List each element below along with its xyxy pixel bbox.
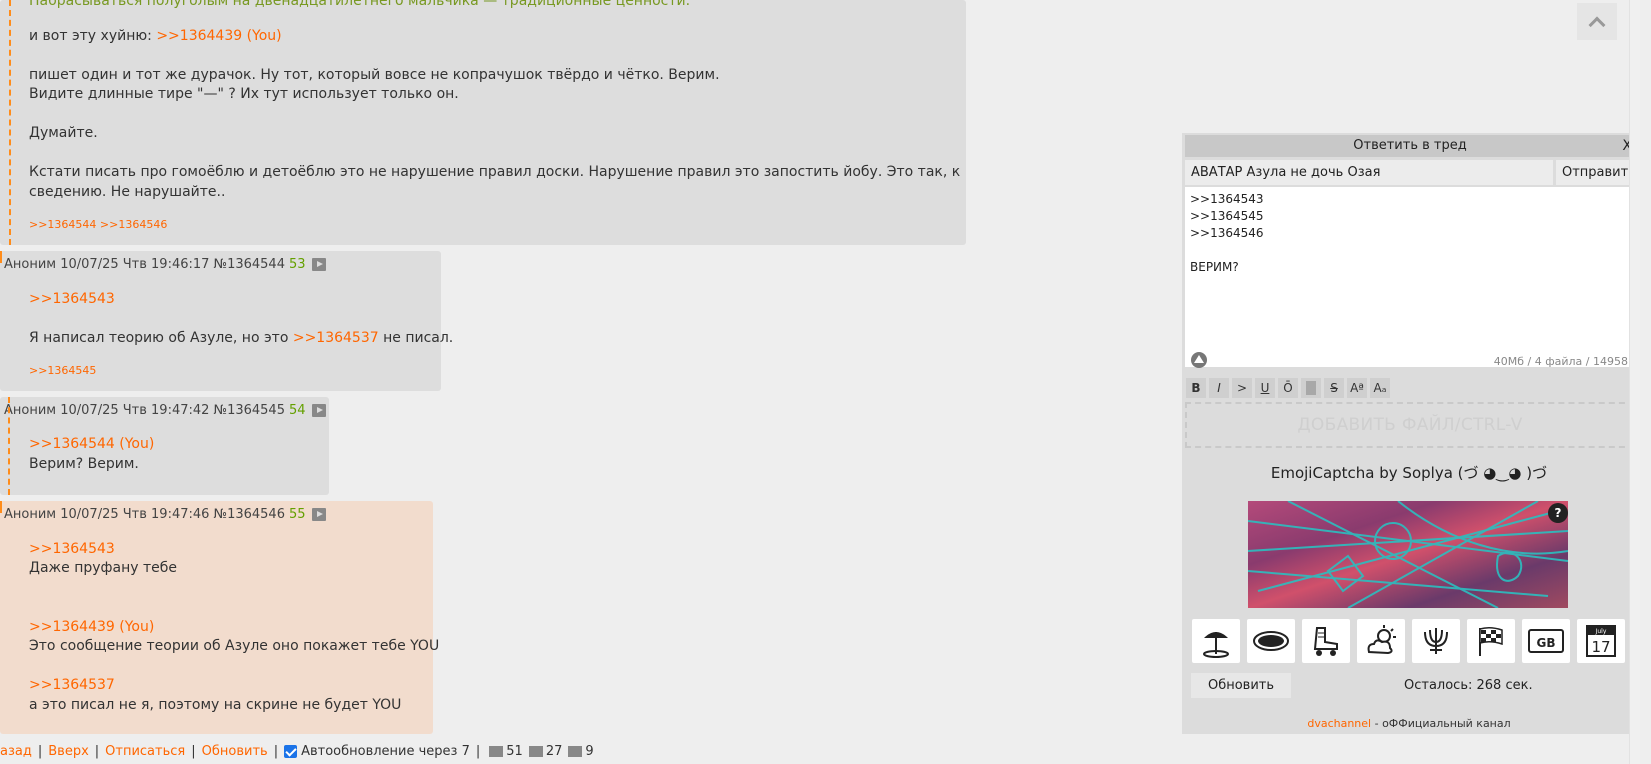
- trident-icon[interactable]: [1412, 619, 1460, 663]
- users-count-icon: [568, 745, 583, 757]
- captcha-timer: Осталось: 268 сек.: [1404, 678, 1533, 693]
- thread-indent-marker: [9, 0, 11, 245]
- unsubscribe-link[interactable]: Отписаться: [105, 744, 185, 759]
- captcha-emoji-options: GB July 17: [1192, 619, 1625, 663]
- captcha-title: EmojiCaptcha by Soplya (づ ◕‿◕ )づ: [1270, 464, 1548, 482]
- autorefresh-label: Автообновление через 7: [301, 743, 470, 759]
- post-1364545: Аноним 10/07/25 Чтв 19:47:42 №1364545 54…: [0, 397, 329, 495]
- thread-indent-marker: [0, 251, 2, 263]
- reply-link[interactable]: >>1364439 (You): [156, 28, 281, 44]
- post-line: сведению. Не нарушайте..: [29, 184, 226, 200]
- thread-area: Набрасываться полуголым на двенадцатилет…: [0, 0, 1640, 764]
- post-number[interactable]: 54: [289, 403, 306, 418]
- captcha-noise-image: [1248, 501, 1568, 608]
- markup-toolbar: B I > U Ō S Aª Aₐ: [1186, 378, 1390, 398]
- reply-link[interactable]: >>1364543: [29, 291, 115, 307]
- users-count: 9: [585, 743, 594, 759]
- post-1364544: Аноним 10/07/25 Чтв 19:46:17 №1364544 53…: [0, 251, 453, 391]
- strike-button[interactable]: S: [1324, 378, 1344, 398]
- posts-count-icon: [489, 745, 504, 757]
- post-replies[interactable]: >>1364544 >>1364546: [29, 218, 167, 231]
- play-icon[interactable]: [311, 258, 326, 271]
- play-icon[interactable]: [311, 508, 326, 521]
- reply-link[interactable]: >>1364439 (You): [29, 619, 154, 635]
- thread-indent-marker: [8, 397, 10, 495]
- scroll-up-button[interactable]: [1577, 3, 1617, 40]
- calendar-icon[interactable]: July 17: [1577, 619, 1625, 663]
- eye-disc-icon[interactable]: [1247, 619, 1295, 663]
- captcha-image: [1248, 501, 1568, 608]
- refresh-link[interactable]: Обновить: [202, 744, 268, 759]
- thread-indent-marker: [0, 501, 2, 513]
- thread-bottom-nav: азад | Вверх | Отписаться | Обновить | А…: [0, 743, 594, 759]
- captcha-refresh-button[interactable]: Обновить: [1191, 673, 1291, 698]
- superscript-button[interactable]: Aª: [1347, 378, 1367, 398]
- post-line: Видите длинные тире "—" ? Их тут использ…: [29, 86, 459, 102]
- post-line: Думайте.: [29, 125, 98, 141]
- reply-link[interactable]: >>1364543: [29, 541, 115, 557]
- spoiler-button[interactable]: [1301, 378, 1321, 398]
- post-line: и вот эту хуйню: >>1364439 (You): [29, 28, 282, 44]
- underline-button[interactable]: U: [1255, 378, 1275, 398]
- post-line: а это писал не я, поэтому на скрине не б…: [29, 697, 402, 713]
- reply-link[interactable]: >>1364537: [29, 677, 115, 693]
- post-line: Я написал теорию об Азуле, но это >>1364…: [29, 330, 454, 346]
- back-link[interactable]: азад: [0, 744, 32, 759]
- post-line: Кстати писать про гомоёблю и детоёблю эт…: [29, 164, 961, 180]
- page-scrollbar[interactable]: [1629, 0, 1640, 764]
- captcha-help-icon[interactable]: ?: [1548, 503, 1568, 523]
- post-header: Аноним 10/07/25 Чтв 19:46:17 №1364544 53: [4, 257, 326, 272]
- message-textarea[interactable]: >>1364543 >>1364545 >>1364546 ВЕРИМ?: [1185, 187, 1635, 367]
- reply-link[interactable]: >>1364537: [293, 330, 379, 346]
- post-line: пишет один и тот же дурачок. Ну тот, кот…: [29, 67, 720, 83]
- subscript-button[interactable]: Aₐ: [1370, 378, 1390, 398]
- roller-skate-icon[interactable]: [1302, 619, 1350, 663]
- up-link[interactable]: Вверх: [48, 744, 89, 759]
- sailboat-icon[interactable]: [1191, 352, 1207, 368]
- checkered-flag-icon[interactable]: [1467, 619, 1515, 663]
- overline-button[interactable]: Ō: [1278, 378, 1298, 398]
- calendar-day: 17: [1591, 638, 1610, 656]
- gb-flag-text: GB: [1537, 636, 1556, 650]
- reply-form: Ответить в тред X Отправить >>1364543 >>…: [1182, 133, 1636, 734]
- autorefresh-checkbox[interactable]: [284, 744, 298, 758]
- file-dropzone[interactable]: ДОБАВИТЬ ФАЙЛ/CTRL-V: [1185, 402, 1635, 448]
- post-header: Аноним 10/07/25 Чтв 19:47:46 №1364546 55: [4, 507, 326, 522]
- umbrella-beach-icon[interactable]: [1192, 619, 1240, 663]
- post-line: Даже пруфану тебе: [29, 560, 177, 576]
- post-1364543: Набрасываться полуголым на двенадцатилет…: [0, 0, 966, 245]
- images-count: 27: [545, 743, 563, 759]
- post-header: Аноним 10/07/25 Чтв 19:47:42 №1364545 54: [4, 403, 326, 418]
- reply-link[interactable]: >>1364544 (You): [29, 436, 154, 452]
- upload-limits: 40Мб / 4 файла / 14958: [1493, 355, 1628, 368]
- sun-cloud-icon[interactable]: [1357, 619, 1405, 663]
- play-icon[interactable]: [311, 404, 326, 417]
- greentext-line: Набрасываться полуголым на двенадцатилет…: [29, 0, 691, 9]
- post-number[interactable]: 55: [289, 507, 306, 522]
- gb-flag-icon[interactable]: GB: [1522, 619, 1570, 663]
- post-line: Это сообщение теории об Азуле оно покаже…: [29, 638, 440, 654]
- channel-link[interactable]: dvachannel: [1307, 717, 1371, 730]
- post-1364546: Аноним 10/07/25 Чтв 19:47:46 №1364546 55…: [0, 501, 439, 734]
- italic-button[interactable]: I: [1209, 378, 1229, 398]
- quote-button[interactable]: >: [1232, 378, 1252, 398]
- images-count-icon: [528, 745, 543, 757]
- reply-form-title[interactable]: Ответить в тред X: [1185, 135, 1635, 157]
- posts-count: 51: [506, 743, 523, 759]
- post-line: Верим? Верим.: [29, 456, 139, 472]
- send-button[interactable]: Отправить: [1556, 160, 1636, 185]
- channel-note: dvachannel - оФФициальный канал: [1307, 717, 1511, 730]
- calendar-month: July: [1595, 628, 1607, 635]
- post-replies[interactable]: >>1364545: [29, 364, 96, 377]
- spoiler-icon: [1306, 381, 1316, 395]
- bold-button[interactable]: B: [1186, 378, 1206, 398]
- subject-input[interactable]: [1185, 160, 1553, 185]
- chevron-up-icon: [1588, 16, 1606, 33]
- post-number[interactable]: 53: [289, 257, 306, 272]
